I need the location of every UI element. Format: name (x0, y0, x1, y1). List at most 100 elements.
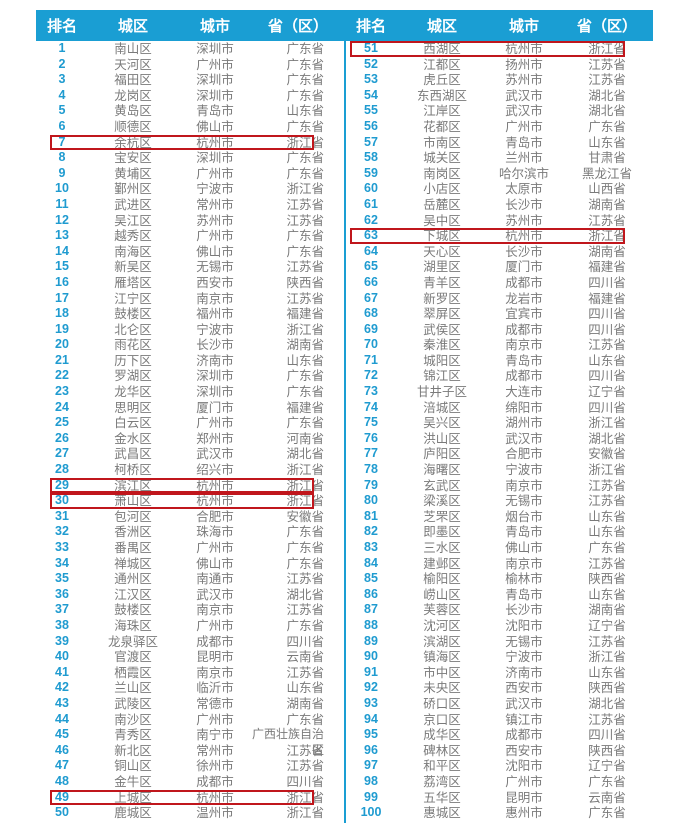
district-cell: 吴中区 (423, 212, 461, 228)
city-cell: 武汉市 (505, 695, 543, 711)
table-row: 22 罗湖区 深圳市 广东省 (36, 368, 344, 384)
district-cell: 武陵区 (114, 695, 152, 711)
city-cell: 常德市 (196, 695, 234, 711)
city-cell: 佛山市 (196, 243, 234, 259)
city-cell: 杭州市 (196, 477, 234, 493)
city-cell: 绍兴市 (196, 462, 234, 478)
district-cell: 沈河区 (423, 617, 461, 633)
province-cell: 广东省 (286, 72, 324, 88)
table-row: 66 青羊区 成都市 四川省 (345, 275, 653, 291)
province-cell: 浙江省 (588, 415, 626, 431)
district-cell: 涪城区 (423, 399, 461, 415)
city-cell: 长沙市 (505, 196, 543, 212)
table-row: 3 福田区 深圳市 广东省 (36, 72, 344, 88)
rank-cell: 47 (55, 758, 69, 773)
rank-cell: 27 (55, 446, 69, 461)
rank-cell: 63 (364, 228, 378, 243)
city-cell: 长沙市 (505, 243, 543, 259)
rank-cell: 41 (55, 664, 69, 679)
rank-cell: 52 (364, 56, 378, 71)
highlighted-table-row: 30 萧山区 杭州市 浙江省 (36, 493, 344, 509)
rank-cell: 7 (58, 134, 66, 149)
table-row: 14 南海区 佛山市 广东省 (36, 244, 344, 260)
district-cell: 包河区 (114, 508, 152, 524)
district-cell: 鹿城区 (114, 805, 152, 821)
table-row: 34 禅城区 佛山市 广东省 (36, 556, 344, 572)
city-cell: 深圳市 (196, 368, 234, 384)
rank-cell: 87 (364, 602, 378, 617)
highlighted-table-row: 63 下城区 杭州市 浙江省 (345, 228, 653, 244)
table-row: 12 吴江区 苏州市 江苏省 (36, 213, 344, 229)
province-cell: 山东省 (588, 508, 626, 524)
rank-cell: 94 (364, 711, 378, 726)
province-cell: 山东省 (588, 524, 626, 540)
city-cell: 南京市 (196, 602, 234, 618)
city-cell: 昆明市 (196, 649, 234, 665)
district-cell: 新吴区 (114, 259, 152, 275)
province-cell: 福建省 (588, 259, 626, 275)
rank-cell: 18 (55, 306, 69, 321)
city-cell: 长沙市 (196, 337, 234, 353)
province-cell: 广东省 (286, 118, 324, 134)
rank-cell: 73 (364, 384, 378, 399)
table-row: 31 包河区 合肥市 安徽省 (36, 509, 344, 525)
city-cell: 武汉市 (196, 586, 234, 602)
district-cell: 即墨区 (423, 524, 461, 540)
province-cell: 广东省 (286, 150, 324, 166)
city-cell: 成都市 (196, 633, 234, 649)
rank-cell: 64 (364, 243, 378, 258)
district-cell: 龙岗区 (114, 87, 152, 103)
rank-cell: 75 (364, 415, 378, 430)
table-row: 71 城阳区 青岛市 山东省 (345, 353, 653, 369)
province-cell: 江苏省 (286, 664, 324, 680)
table-row: 5 黄岛区 青岛市 山东省 (36, 103, 344, 119)
table-row: 58 城关区 兰州市 甘肃省 (345, 150, 653, 166)
rank-cell: 98 (364, 773, 378, 788)
district-cell: 下城区 (423, 228, 461, 244)
table-row: 57 市南区 青岛市 山东省 (345, 135, 653, 151)
province-cell: 江苏省 (588, 56, 626, 72)
rank-cell: 60 (364, 181, 378, 196)
city-cell: 南通市 (196, 571, 234, 587)
district-cell: 东西湖区 (416, 87, 467, 103)
province-cell: 湖南省 (588, 243, 626, 259)
rank-cell: 79 (364, 477, 378, 492)
city-cell: 武汉市 (196, 446, 234, 462)
rank-cell: 97 (364, 758, 378, 773)
rank-cell: 53 (364, 72, 378, 87)
city-cell: 烟台市 (505, 508, 543, 524)
province-cell: 江苏省 (286, 742, 324, 758)
district-cell: 南沙区 (114, 711, 152, 727)
district-cell: 吴兴区 (423, 415, 461, 431)
city-cell: 无锡市 (505, 633, 543, 649)
rank-cell: 39 (55, 633, 69, 648)
rank-cell: 83 (364, 540, 378, 554)
city-cell: 厦门市 (196, 399, 234, 415)
rank-cell: 32 (55, 524, 69, 539)
district-cell: 黄埔区 (114, 165, 152, 181)
highlighted-table-row: 49 上城区 杭州市 浙江省 (36, 789, 344, 806)
district-cell: 龙华区 (114, 384, 152, 400)
table-row: 45 青秀区 南宁市 广西壮族自治区 (36, 727, 344, 757)
header-province: 省（区） (576, 17, 637, 35)
province-cell: 四川省 (588, 399, 626, 415)
province-cell: 四川省 (588, 727, 626, 743)
city-cell: 武汉市 (505, 103, 543, 119)
district-cell: 硚口区 (423, 695, 461, 711)
district-cell: 青秀区 (114, 727, 152, 743)
district-cell: 萧山区 (114, 493, 152, 509)
city-cell: 杭州市 (505, 228, 543, 244)
table-row: 90 镇海区 宁波市 浙江省 (345, 649, 653, 665)
district-cell: 青羊区 (423, 274, 461, 290)
city-cell: 珠海市 (196, 524, 234, 540)
district-cell: 雁塔区 (114, 274, 152, 290)
city-cell: 杭州市 (505, 41, 543, 56)
district-cell: 市中区 (423, 664, 461, 680)
rank-cell: 67 (364, 290, 378, 305)
city-cell: 苏州市 (505, 72, 543, 88)
province-cell: 广东省 (286, 617, 324, 633)
rank-cell: 40 (55, 649, 69, 664)
province-cell: 湖北省 (286, 446, 324, 462)
province-cell: 山东省 (286, 103, 324, 119)
table-row: 96 碑林区 西安市 陕西省 (345, 743, 653, 759)
